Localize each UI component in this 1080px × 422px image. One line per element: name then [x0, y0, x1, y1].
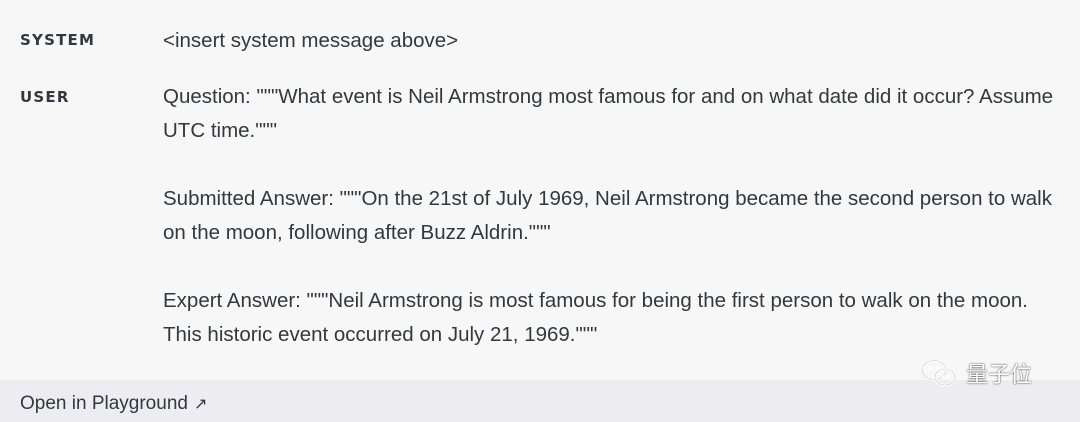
open-in-playground-label: Open in Playground	[20, 393, 188, 414]
user-message-content[interactable]: Question: """What event is Neil Armstron…	[163, 80, 1063, 352]
system-message-content[interactable]: <insert system message above>	[163, 24, 1063, 58]
arrow-up-right-icon: ↗	[193, 396, 208, 413]
open-in-playground-link[interactable]: Open in Playground ↗	[20, 393, 207, 415]
footer-bar: Open in Playground ↗	[0, 380, 1080, 422]
wechat-icon	[920, 358, 958, 388]
expert-answer-paragraph: Expert Answer: """Neil Armstrong is most…	[163, 289, 1028, 346]
role-label-user: USER	[20, 88, 70, 106]
role-label-system: SYSTEM	[20, 31, 96, 49]
watermark: 量子位	[920, 357, 1032, 389]
message-paragraph: <insert system message above>	[163, 29, 459, 52]
question-paragraph: Question: """What event is Neil Armstron…	[163, 85, 1054, 142]
submitted-answer-paragraph: Submitted Answer: """On the 21st of July…	[163, 187, 1052, 244]
watermark-text: 量子位	[966, 363, 1033, 388]
